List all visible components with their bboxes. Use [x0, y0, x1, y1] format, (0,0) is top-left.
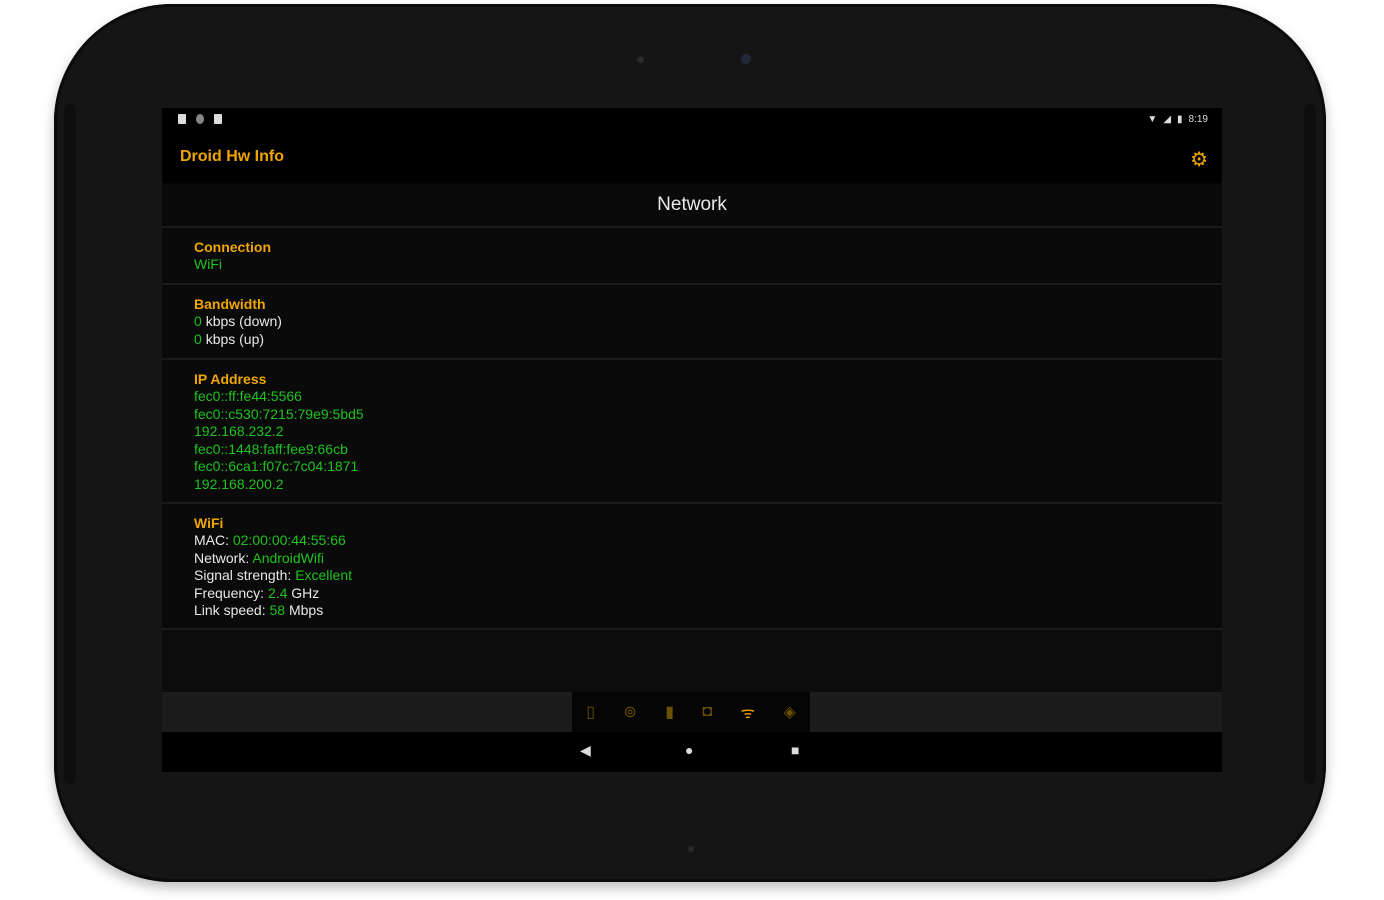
phone-icon: ▯ — [586, 704, 595, 721]
front-camera — [637, 56, 644, 63]
bandwidth-card: Bandwidth 0 kbps (down) 0 kbps (up) — [162, 285, 1222, 360]
wifi-icon: ᯤ — [740, 705, 756, 722]
wifi-icon: ▼ — [1147, 114, 1158, 125]
recents-button[interactable]: ■ — [791, 742, 799, 758]
left-bezel-edge — [64, 104, 76, 784]
status-icons: ▼ ◢ ▮ 8:19 — [1147, 114, 1208, 125]
connection-value: WiFi — [194, 256, 222, 272]
wifi-mac-value: 02:00:00:44:55:66 — [232, 532, 346, 548]
wifi-signal-value: Excellent — [295, 567, 352, 583]
bandwidth-up-value: 0 — [194, 330, 202, 347]
bandwidth-down-value: 0 — [194, 313, 202, 329]
gear-icon[interactable]: ⚙ — [1190, 147, 1208, 172]
ip-address: fec0::1448:faff:fee9:66cb — [194, 440, 348, 457]
ip-address-card: IP Address fec0::ff:fe44:5566 fec0::c530… — [162, 360, 1222, 504]
ip-address: 192.168.200.2 — [194, 475, 284, 492]
sensor-icon: ◈ — [783, 704, 796, 721]
wifi-network-label: Network: — [194, 549, 250, 566]
screen: ▼ ◢ ▮ 8:19 Droid Hw Info ⚙ Network Conne… — [162, 108, 1222, 772]
tab-battery[interactable]: ▮ — [665, 702, 674, 722]
notification-icons — [178, 114, 222, 124]
ip-address: fec0::ff:fe44:5566 — [194, 388, 302, 404]
app-bar: Droid Hw Info ⚙ — [162, 134, 1222, 182]
app-title: Droid Hw Info — [180, 148, 284, 165]
bandwidth-up: 0 kbps (up) — [194, 331, 1190, 349]
tab-sensors[interactable]: ◈ — [783, 702, 795, 722]
camera-icon: ◘ — [702, 703, 713, 720]
clock: 8:19 — [1188, 114, 1208, 125]
front-sensor — [741, 54, 751, 64]
wifi-signal: Signal strength: Excellent — [194, 567, 1190, 585]
status-bar: ▼ ◢ ▮ 8:19 — [162, 108, 1222, 134]
connection-title: Connection — [194, 239, 271, 255]
bandwidth-up-unit: kbps (up) — [205, 330, 265, 347]
bandwidth-down-unit: kbps (down) — [205, 313, 282, 329]
bottom-nav-tabs: ▯ ⊚ ▮ ◘ ᯤ ◈ — [572, 692, 810, 732]
tab-network[interactable]: ᯤ — [740, 701, 755, 723]
wifi-frequency-value: 2.4 — [267, 584, 288, 601]
wifi-frequency: Frequency: 2.4 GHz — [194, 585, 1190, 603]
wifi-link-speed: Link speed: 58 Mbps — [194, 602, 1190, 620]
cpu-icon: ⊚ — [623, 704, 637, 721]
bandwidth-down: 0 kbps (down) — [194, 313, 1190, 331]
notification-icon — [178, 114, 186, 124]
bottom-microphone — [688, 846, 694, 852]
wifi-card: WiFi MAC: 02:00:00:44:55:66 Network: And… — [162, 504, 1222, 630]
signal-icon: ◢ — [1163, 114, 1172, 125]
wifi-link-label: Link speed: — [194, 602, 266, 618]
wifi-frequency-unit: GHz — [291, 584, 320, 601]
tab-device[interactable]: ▯ — [586, 702, 595, 722]
wifi-frequency-label: Frequency: — [194, 584, 265, 601]
connection-card: Connection WiFi — [162, 228, 1222, 285]
battery-icon: ▮ — [665, 704, 674, 721]
bandwidth-title: Bandwidth — [194, 296, 266, 312]
network-page[interactable]: Network Connection WiFi Bandwidth 0 kbps… — [162, 184, 1222, 692]
wifi-link-value: 58 — [269, 602, 286, 618]
wifi-link-unit: Mbps — [288, 602, 324, 618]
ip-address: fec0::6ca1:f07c:7c04:1871 — [194, 458, 359, 474]
page-title: Network — [162, 184, 1222, 228]
tab-cpu[interactable]: ⊚ — [623, 702, 636, 722]
wifi-title: WiFi — [194, 515, 224, 531]
sd-card-icon — [214, 114, 222, 124]
wifi-network: Network: AndroidWifi — [194, 550, 1190, 568]
tab-camera[interactable]: ◘ — [702, 703, 712, 721]
right-bezel-edge — [1304, 104, 1316, 784]
bottom-navigation: ▯ ⊚ ▮ ◘ ᯤ ◈ — [162, 692, 1222, 732]
battery-icon: ▮ — [1177, 114, 1183, 125]
notification-icon — [196, 114, 204, 124]
system-navigation-bar: ◀ ● ■ — [162, 732, 1222, 772]
wifi-mac-label: MAC: — [194, 532, 229, 548]
ip-title: IP Address — [194, 371, 267, 387]
wifi-signal-label: Signal strength: — [194, 567, 292, 583]
ip-address: fec0::c530:7215:79e9:5bd5 — [194, 405, 364, 422]
ip-address: 192.168.232.2 — [194, 423, 284, 439]
wifi-mac: MAC: 02:00:00:44:55:66 — [194, 532, 1190, 550]
wifi-network-value: AndroidWifi — [252, 549, 324, 566]
back-button[interactable]: ◀ — [580, 742, 591, 759]
home-button[interactable]: ● — [685, 742, 693, 758]
